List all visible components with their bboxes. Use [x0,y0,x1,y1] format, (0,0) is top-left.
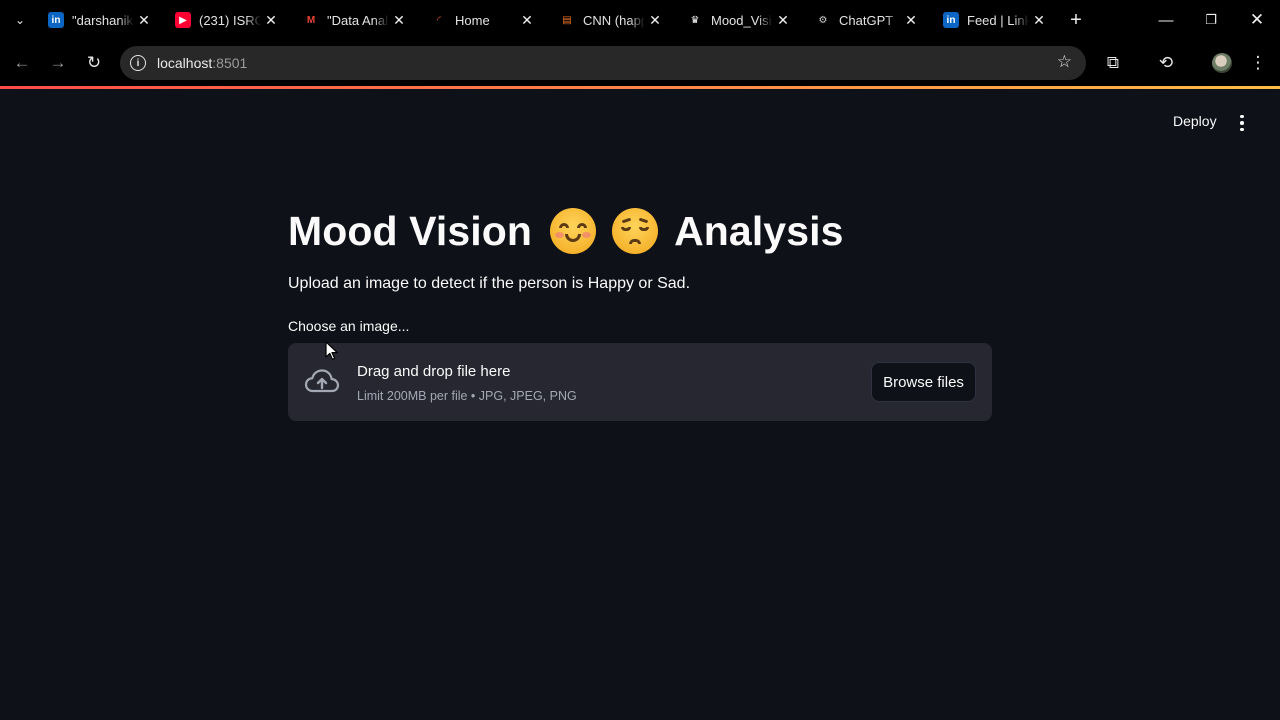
close-window-button[interactable]: ✕ [1234,0,1280,40]
browser-tab[interactable]: ▶ (231) ISRO ✕ [167,4,293,36]
extensions-puzzle-icon[interactable]: ⧉ [1099,49,1127,77]
browser-tab[interactable]: in "darshanik ✕ [40,4,166,36]
browser-tab-title: ChatGPT [839,12,894,28]
deploy-button[interactable]: Deploy [1162,111,1228,135]
reload-icon[interactable]: ↻ [80,49,108,77]
url-port: :8501 [212,55,248,71]
main-menu-icon[interactable] [1232,111,1252,135]
notebook-icon: ▤ [562,14,572,26]
browser-tab[interactable]: ⚙ ChatGPT ✕ [807,4,933,36]
smiling-face-emoji-icon [550,208,597,254]
browser-tab[interactable]: ♛ Mood_Visi ✕ [679,4,805,36]
browser-tab-title: Feed | Link [967,12,1029,28]
linkedin-icon: in [48,12,64,28]
forward-arrow-icon[interactable]: → [44,49,72,77]
file-dropzone[interactable]: Drag and drop file here Limit 200MB per … [288,343,992,421]
uploader-label: Choose an image... [288,318,410,334]
title-text-part1: Mood Vision [288,207,533,254]
browser-tab-title: "Data Anal [327,12,388,28]
tab-search-chevron-icon[interactable]: ⌄ [0,0,40,40]
new-tab-button[interactable]: + [1064,8,1088,32]
browser-tab[interactable]: in Feed | Link ✕ [935,4,1061,36]
minimize-button[interactable]: — [1143,0,1189,40]
browser-tab-title: Home [455,12,490,28]
tab-close-icon[interactable]: ✕ [263,12,279,28]
tab-close-icon[interactable]: ✕ [519,12,535,28]
tab-close-icon[interactable]: ✕ [775,12,791,28]
page-title: Mood Vision Analysis [288,203,844,259]
tab-close-icon[interactable]: ✕ [647,12,663,28]
browser-tab[interactable]: ◜ Home ✕ [423,4,549,36]
cloud-upload-icon [304,369,340,393]
ring-icon: ◜ [437,14,441,26]
tab-close-icon[interactable]: ✕ [903,12,919,28]
dropzone-instruction: Drag and drop file here [357,363,511,380]
browser-tab-title: (231) ISRO [199,12,261,28]
pensive-face-emoji-icon [612,208,659,254]
site-info-icon[interactable]: i [130,55,146,71]
youtube-icon: ▶ [175,12,191,28]
tab-close-icon[interactable]: ✕ [1031,12,1047,28]
browser-tab-title: "darshanik [72,12,133,28]
browser-tab-title: Mood_Visi [711,12,772,28]
page-subtitle: Upload an image to detect if the person … [288,275,691,292]
browse-files-button[interactable]: Browse files [871,362,976,402]
browser-tab[interactable]: M "Data Anal ✕ [295,4,421,36]
tab-close-icon[interactable]: ✕ [391,12,407,28]
browser-toolbar: ← → ↻ i localhost:8501 ☆ ⧉ ⟲ ⋮ [0,40,1280,86]
browser-tab[interactable]: ▤ CNN (happ ✕ [551,4,677,36]
tab-close-icon[interactable]: ✕ [136,12,152,28]
back-arrow-icon[interactable]: ← [8,49,36,77]
restore-button[interactable]: ❐ [1188,0,1234,40]
gmail-icon: M [306,14,316,26]
browser-tab-title: CNN (happ [583,12,645,28]
profile-avatar[interactable] [1212,53,1232,73]
app-viewport: Deploy Mood Vision Analysis Upload an im… [0,89,1280,720]
linkedin-icon: in [943,12,959,28]
address-bar[interactable]: i localhost:8501 ☆ [120,46,1086,80]
mouse-cursor-icon [325,341,338,360]
streamlit-icon: ♛ [690,14,700,26]
url-host: localhost [157,55,213,71]
history-icon[interactable]: ⟲ [1152,49,1180,77]
chatgpt-icon: ⚙ [818,14,828,26]
dropzone-file-limit: Limit 200MB per file • JPG, JPEG, PNG [357,389,577,403]
bookmark-star-icon[interactable]: ☆ [1057,52,1072,72]
browser-menu-icon[interactable]: ⋮ [1244,49,1272,77]
title-text-part2: Analysis [674,207,844,254]
